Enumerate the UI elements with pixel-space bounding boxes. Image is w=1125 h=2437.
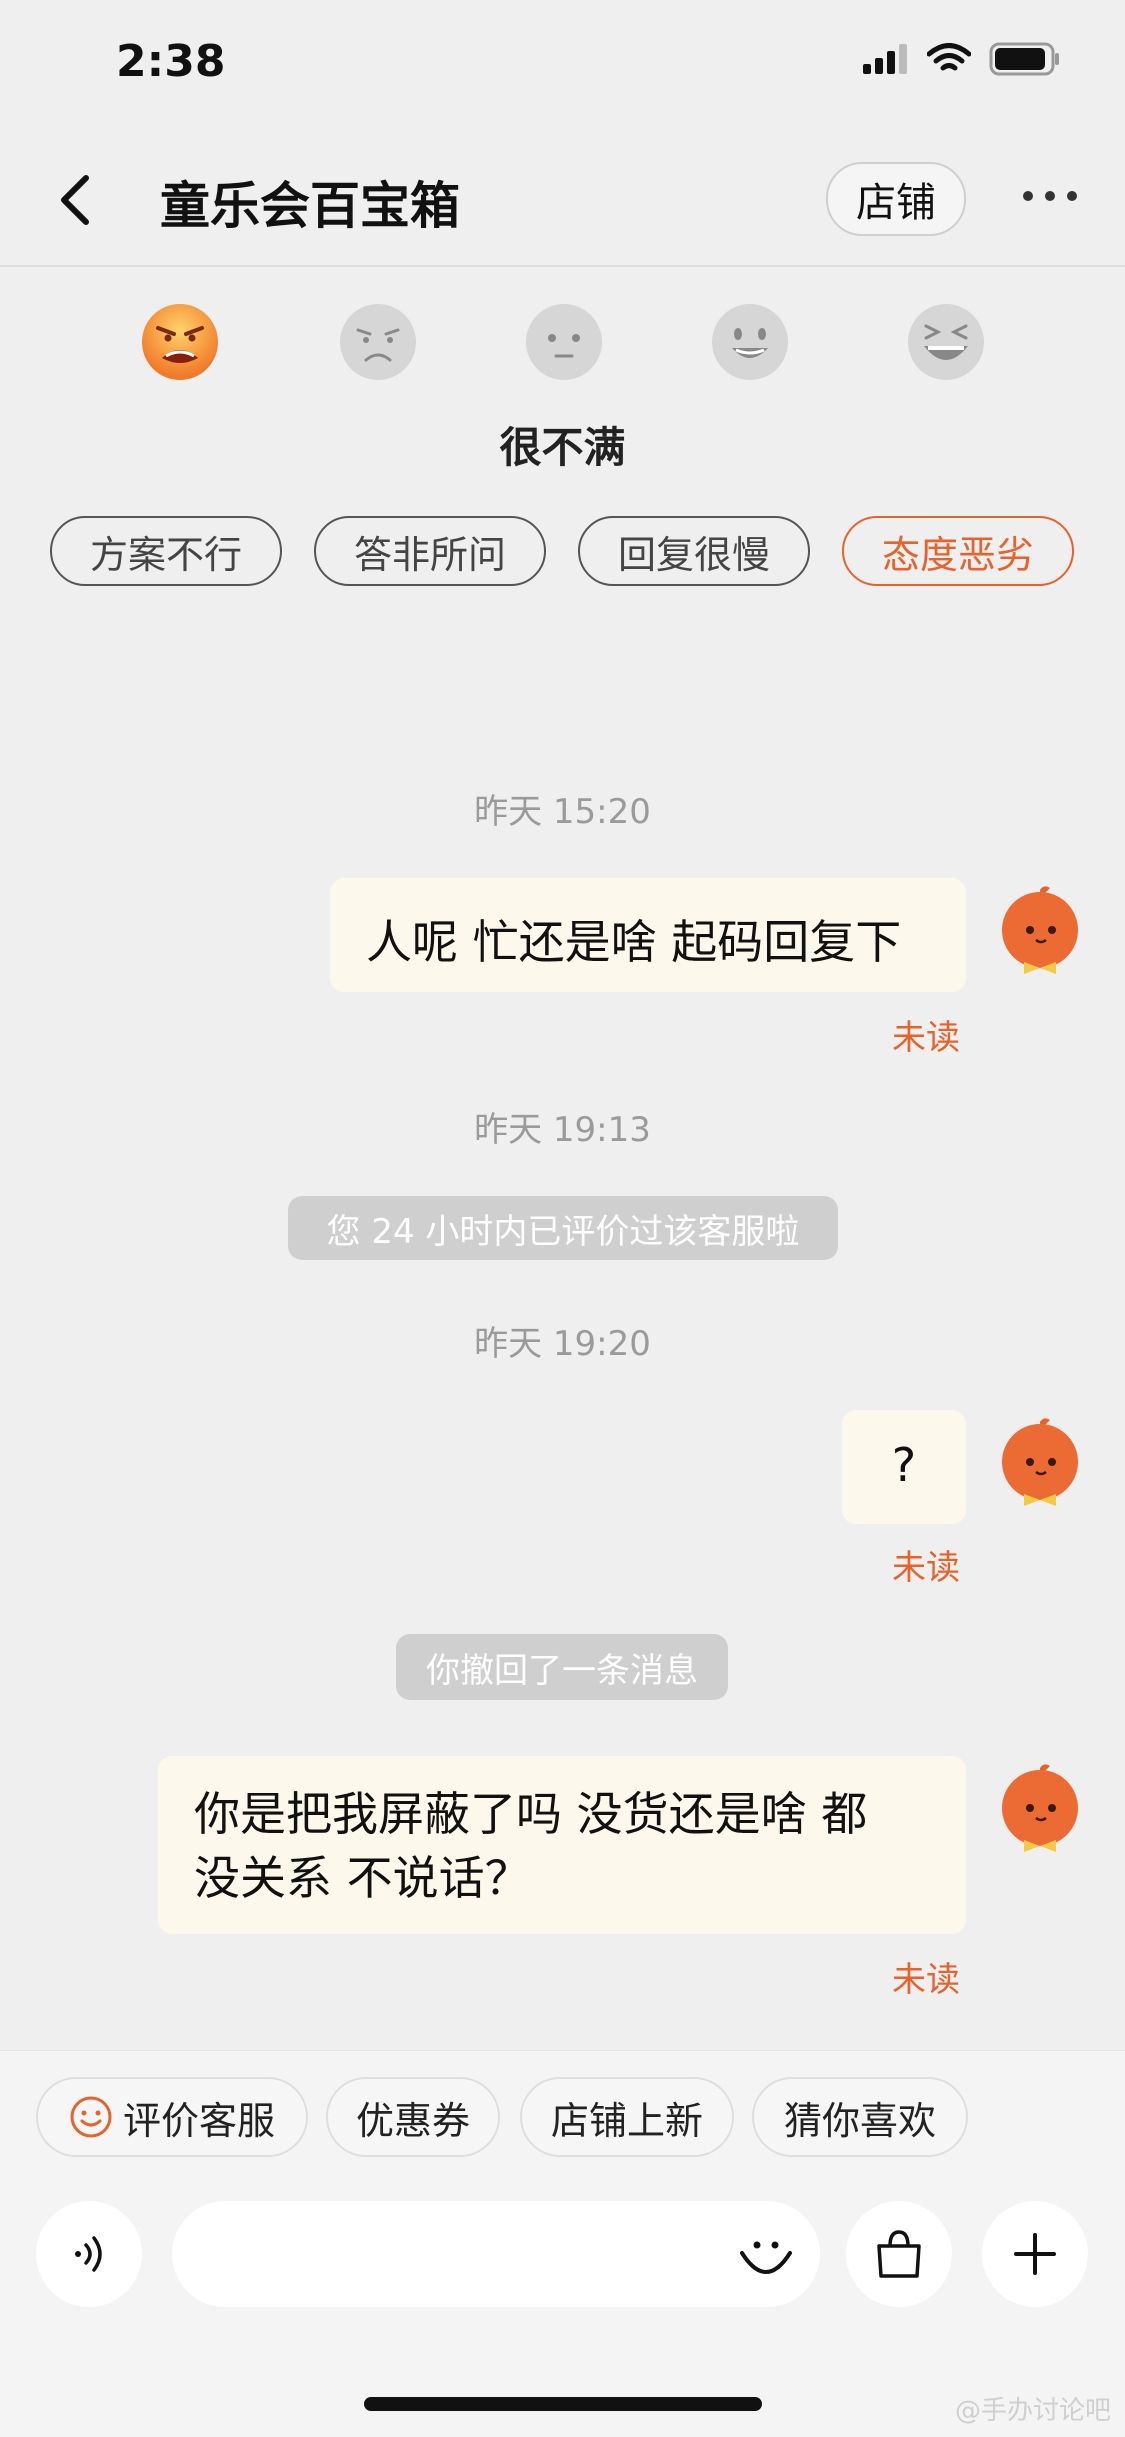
chip-new-arrivals[interactable]: 店铺上新 [520, 2077, 734, 2157]
status-icons [863, 42, 1061, 76]
avatar[interactable] [994, 1416, 1086, 1508]
message-text-line: 你是把我屏蔽了吗 没货还是啥 都 [194, 1787, 868, 1841]
chip-rate-service[interactable]: 评价客服 [36, 2077, 308, 2157]
timestamp: 昨天 15:20 [474, 792, 651, 832]
message-bubble[interactable]: ? [842, 1410, 966, 1524]
more-options-icon[interactable] [1020, 188, 1080, 204]
emoji-icon[interactable] [736, 2225, 796, 2285]
smile-face-icon[interactable] [710, 302, 790, 382]
message-bubble[interactable]: 人呢 忙还是啥 起码回复下 [330, 878, 966, 992]
status-time: 2:38 [116, 36, 226, 87]
smiley-icon [70, 2096, 112, 2138]
timestamp: 昨天 19:13 [474, 1110, 651, 1150]
signal-icon [863, 44, 907, 74]
chip-coupons[interactable]: 优惠券 [326, 2077, 500, 2157]
chip-recommendations[interactable]: 猜你喜欢 [752, 2077, 968, 2157]
shop-button[interactable]: 店铺 [826, 162, 966, 236]
shop-title: 童乐会百宝箱 [160, 177, 460, 235]
back-arrow-icon[interactable] [48, 170, 108, 230]
shopping-bag-icon [877, 2230, 921, 2278]
nav-header: 童乐会百宝箱 店铺 [0, 130, 1125, 267]
message-text: 人呢 忙还是啥 起码回复下 [366, 915, 902, 969]
chip-label: 评价客服 [122, 2098, 275, 2143]
avatar[interactable] [994, 884, 1086, 976]
home-indicator [364, 2397, 762, 2411]
system-notice: 您 24 小时内已评价过该客服啦 [288, 1196, 838, 1260]
product-button[interactable] [846, 2201, 952, 2307]
plus-icon [1014, 2233, 1056, 2275]
unread-status: 未读 [892, 1960, 960, 2000]
message-bubble[interactable]: 你是把我屏蔽了吗 没货还是啥 都 没关系 不说话？ [158, 1756, 966, 1934]
system-notice: 你撤回了一条消息 [396, 1634, 728, 1700]
battery-icon [989, 42, 1059, 76]
more-plus-button[interactable] [982, 2201, 1088, 2307]
avatar[interactable] [994, 1762, 1086, 1854]
unread-status: 未读 [892, 1548, 960, 1588]
neutral-face-icon[interactable] [524, 302, 604, 382]
rating-label: 很不满 [499, 423, 626, 472]
angry-face-icon[interactable] [140, 302, 220, 382]
message-text-line: 没关系 不说话？ [194, 1851, 531, 1905]
wifi-icon [927, 43, 971, 71]
watermark: @手办讨论吧 [954, 2396, 1111, 2426]
tag-bad-attitude[interactable]: 态度恶劣 [842, 516, 1074, 586]
voice-icon [75, 2236, 102, 2272]
voice-button[interactable] [36, 2201, 142, 2307]
message-input[interactable] [172, 2201, 820, 2307]
timestamp: 昨天 19:20 [474, 1324, 651, 1364]
laugh-face-icon[interactable] [906, 302, 986, 382]
frown-face-icon[interactable] [338, 302, 418, 382]
bottom-panel: 评价客服 优惠券 店铺上新 猜你喜欢 [0, 2050, 1125, 2437]
unread-status: 未读 [892, 1018, 960, 1058]
message-text: ? [891, 1438, 917, 1492]
tag-plan-bad[interactable]: 方案不行 [50, 516, 282, 586]
tag-slow-reply[interactable]: 回复很慢 [578, 516, 810, 586]
tag-irrelevant-answer[interactable]: 答非所问 [314, 516, 546, 586]
